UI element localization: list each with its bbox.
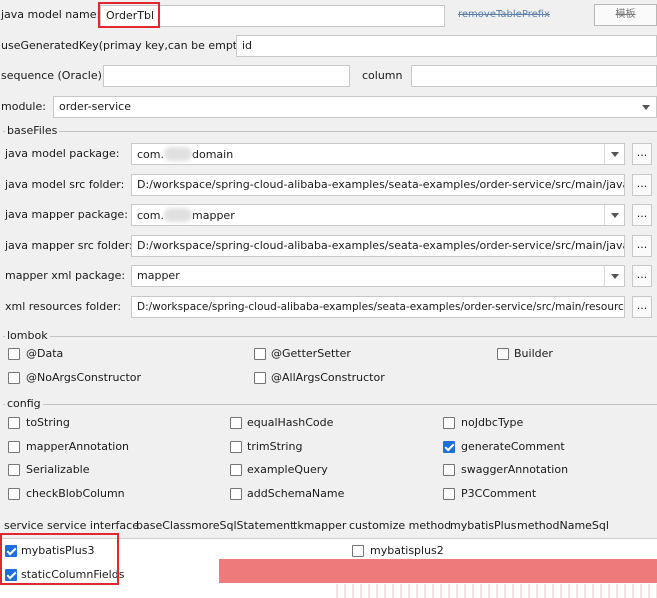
module-select[interactable]: order-service: [53, 96, 657, 118]
java-model-src-folder-input[interactable]: D:/workspace/spring-cloud-alibaba-exampl…: [131, 174, 625, 196]
use-generated-key-value: id: [242, 39, 253, 52]
config-nojdbctype-checkbox[interactable]: [443, 417, 455, 429]
use-generated-key-label: useGeneratedKey(primay key,can be empty)…: [1, 39, 252, 52]
tab-tkmapper[interactable]: tkmapper: [293, 518, 346, 534]
config-examplequery-checkbox[interactable]: [230, 464, 242, 476]
browse-button[interactable]: ...: [632, 204, 652, 226]
xml-resources-folder-input[interactable]: D:/workspace/spring-cloud-alibaba-exampl…: [131, 296, 625, 318]
chevron-down-icon[interactable]: [604, 266, 624, 286]
browse-button[interactable]: ...: [632, 296, 652, 318]
lombok-getter-setter-checkbox[interactable]: [254, 348, 266, 360]
java-mapper-package-prefix: com.: [137, 209, 164, 222]
config-serializable-label: Serializable: [26, 463, 90, 476]
java-mapper-src-folder-label: java mapper src folder:: [5, 239, 133, 252]
chevron-down-icon[interactable]: [604, 144, 624, 164]
java-model-package-suffix: domain: [192, 148, 234, 161]
java-mapper-src-folder-input[interactable]: D:/workspace/spring-cloud-alibaba-exampl…: [131, 235, 625, 257]
redacted-blur: [164, 147, 192, 161]
java-model-src-folder-label: java model src folder:: [5, 178, 125, 191]
config-divider: [3, 404, 657, 405]
java-model-package-label: java model package:: [5, 147, 120, 160]
template-button[interactable]: 模板: [594, 4, 657, 26]
module-label: module:: [1, 100, 46, 113]
config-addschemaname-label: addSchemaName: [247, 487, 345, 500]
lombok-divider: [3, 336, 657, 337]
tab-methodnamesql[interactable]: methodNameSql: [517, 518, 609, 534]
config-nojdbctype-label: noJdbcType: [461, 416, 524, 429]
tab-mybatisplus[interactable]: mybatisPlus: [450, 518, 517, 540]
config-checkblobcolumn-checkbox[interactable]: [8, 488, 20, 500]
redacted-blur: [164, 208, 192, 222]
config-generatecomment-checkbox[interactable]: [443, 441, 455, 453]
chevron-down-icon[interactable]: [604, 205, 624, 225]
lombok-no-args-checkbox[interactable]: [8, 372, 20, 384]
config-title: config: [5, 397, 43, 411]
java-model-name-label: java model name:: [1, 8, 101, 21]
config-mapperannotation-label: mapperAnnotation: [26, 440, 130, 453]
lombok-getter-setter-label: @GetterSetter: [271, 347, 351, 360]
basefiles-title: baseFiles: [5, 124, 60, 138]
tab-service[interactable]: service: [4, 518, 43, 534]
config-tostring-checkbox[interactable]: [8, 417, 20, 429]
config-equalhashcode-checkbox[interactable]: [230, 417, 242, 429]
sequence-input[interactable]: [103, 65, 350, 87]
sequence-label: sequence (Oracle): [1, 69, 102, 82]
xml-resources-folder-value: D:/workspace/spring-cloud-alibaba-exampl…: [137, 301, 625, 313]
tab-customize-method[interactable]: customize method: [349, 518, 451, 534]
mybatisplus2-checkbox[interactable]: [352, 545, 364, 557]
config-addschemaname-checkbox[interactable]: [230, 488, 242, 500]
lombok-no-args-label: @NoArgsConstructor: [26, 371, 142, 384]
lombok-all-args-label: @AllArgsConstructor: [271, 371, 385, 384]
java-mapper-package-suffix: mapper: [192, 209, 235, 222]
basefiles-divider: [3, 131, 657, 132]
browse-button[interactable]: ...: [632, 265, 652, 287]
config-equalhashcode-label: equalHashCode: [247, 416, 334, 429]
config-checkblobcolumn-label: checkBlobColumn: [26, 487, 125, 500]
config-serializable-checkbox[interactable]: [8, 464, 20, 476]
column-label: column: [362, 69, 403, 82]
java-mapper-package-select[interactable]: com. mapper: [131, 204, 625, 226]
remove-table-prefix-label: removeTablePrefix: [458, 9, 550, 20]
config-trimstring-label: trimString: [247, 440, 303, 453]
java-mapper-src-folder-value: D:/workspace/spring-cloud-alibaba-exampl…: [137, 239, 625, 252]
config-p3ccomment-label: P3CComment: [461, 487, 537, 500]
java-model-package-select[interactable]: com. domain: [131, 143, 625, 165]
red-banner: [219, 559, 657, 583]
column-input[interactable]: [411, 65, 657, 87]
tab-baseclass[interactable]: baseClass: [136, 518, 191, 534]
config-examplequery-label: exampleQuery: [247, 463, 328, 476]
lombok-builder-label: Builder: [514, 347, 553, 360]
mapper-xml-package-label: mapper xml package:: [5, 269, 126, 282]
highlight-box-model-name: [98, 2, 160, 28]
config-generatecomment-label: generateComment: [461, 440, 565, 453]
lombok-builder-checkbox[interactable]: [497, 348, 509, 360]
use-generated-key-input[interactable]: id: [236, 35, 657, 57]
config-tostring-label: toString: [26, 416, 70, 429]
config-swaggerannotation-checkbox[interactable]: [443, 464, 455, 476]
config-swaggerannotation-label: swaggerAnnotation: [461, 463, 569, 476]
tab-moresqlstatement[interactable]: moreSqlStatement: [191, 518, 294, 534]
module-value: order-service: [59, 100, 131, 113]
lombok-all-args-checkbox[interactable]: [254, 372, 266, 384]
mapper-xml-package-select[interactable]: mapper: [131, 265, 625, 287]
browse-button[interactable]: ...: [632, 235, 652, 257]
chevron-down-icon: [636, 97, 656, 117]
mybatisplus2-label: mybatisplus2: [370, 544, 444, 557]
browse-button[interactable]: ...: [632, 143, 652, 165]
lombok-title: lombok: [5, 329, 50, 343]
faint-watermark: [330, 584, 657, 598]
xml-resources-folder-label: xml resources folder:: [5, 300, 122, 313]
lombok-data-label: @Data: [26, 347, 64, 360]
config-mapperannotation-checkbox[interactable]: [8, 441, 20, 453]
browse-button[interactable]: ...: [632, 174, 652, 196]
config-p3ccomment-checkbox[interactable]: [443, 488, 455, 500]
config-trimstring-checkbox[interactable]: [230, 441, 242, 453]
lombok-data-checkbox[interactable]: [8, 348, 20, 360]
java-model-package-prefix: com.: [137, 148, 164, 161]
tab-service-interface[interactable]: service interface: [47, 518, 139, 534]
mapper-xml-package-value: mapper: [137, 269, 180, 282]
java-mapper-package-label: java mapper package:: [5, 208, 128, 221]
java-model-src-folder-value: D:/workspace/spring-cloud-alibaba-exampl…: [137, 178, 625, 191]
highlight-box-mybatisplus: [0, 533, 119, 585]
